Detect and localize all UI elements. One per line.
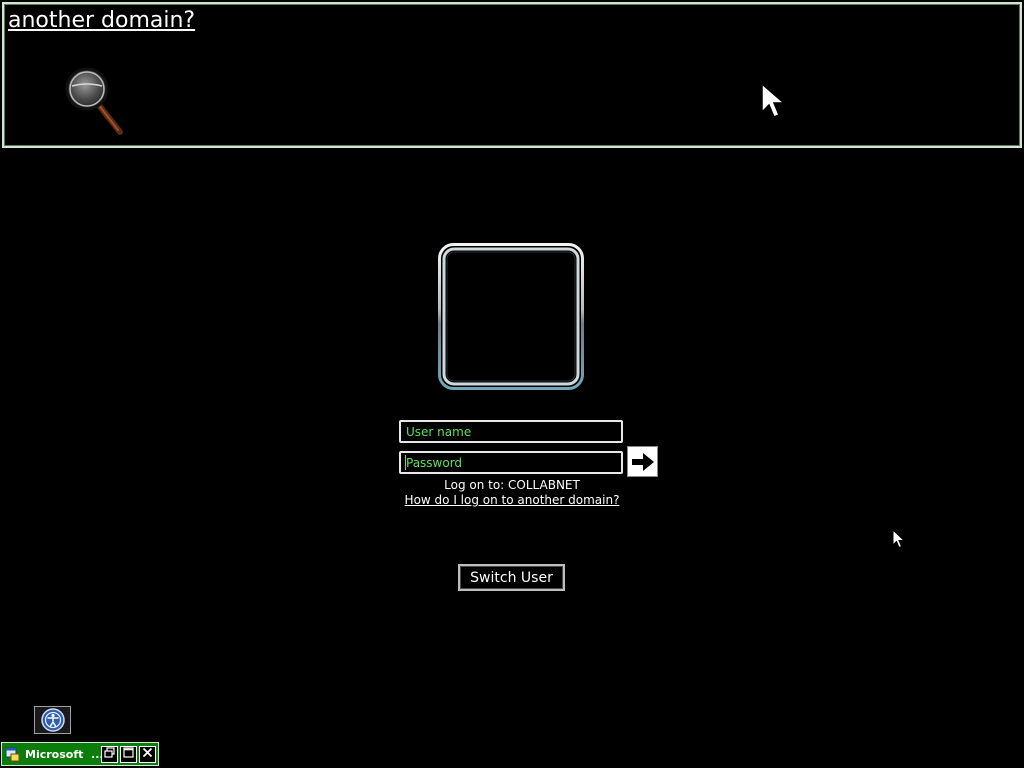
window-title: Microsoft ... [25,747,101,761]
logon-to-label: Log on to: [444,478,509,492]
switch-user-button[interactable]: Switch User [458,564,565,591]
restore-icon [104,746,115,758]
magnifier-window: another domain? [2,2,1022,148]
ease-of-access-button[interactable] [34,706,71,734]
password-input[interactable] [399,451,623,474]
mouse-cursor-icon [892,529,906,549]
username-input[interactable] [399,420,623,443]
user-tile-frame [438,243,584,390]
magnified-text: another domain? [8,8,196,33]
maximize-icon [123,746,134,758]
window-controls [101,745,156,763]
text-caret [405,455,406,470]
window-app-icon [5,747,20,762]
restore-button[interactable] [101,745,118,763]
magnified-cursor-icon [761,82,786,118]
close-icon [142,747,153,757]
arrow-right-icon [631,452,654,471]
submit-button[interactable] [627,446,658,477]
minimized-window[interactable]: Microsoft ... [1,742,159,766]
logon-screen: another domain? User name Log on to: COL… [0,0,1024,768]
maximize-button[interactable] [120,745,137,763]
domain-help-link-row: How do I log on to another domain? [0,493,1024,508]
magnifying-glass-icon [65,67,123,135]
domain-help-link[interactable]: How do I log on to another domain? [405,493,620,507]
ease-of-access-icon [40,708,65,732]
domain-name: COLLABNET [508,478,580,492]
close-button[interactable] [139,745,156,763]
logon-domain-text: Log on to: COLLABNET [0,478,1024,493]
